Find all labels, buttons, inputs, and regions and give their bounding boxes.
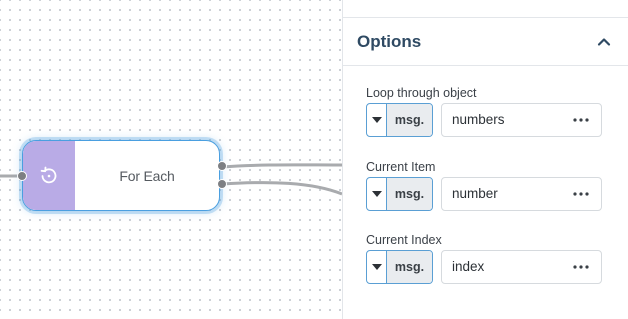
- field-loop-through-object: Loop through object msg. numbers: [366, 85, 606, 137]
- value-input[interactable]: index: [441, 250, 602, 284]
- section-title: Options: [357, 32, 422, 51]
- wire-output-1[interactable]: [221, 163, 342, 169]
- field-row: msg. numbers: [366, 103, 606, 137]
- value-text: numbers: [452, 112, 505, 127]
- caret-down-icon[interactable]: [367, 251, 387, 283]
- flow-canvas[interactable]: For Each: [0, 0, 342, 319]
- more-options-icon[interactable]: [573, 192, 589, 196]
- field-row: msg. index: [366, 250, 606, 284]
- options-section-header[interactable]: Options: [343, 18, 628, 66]
- field-label: Current Index: [366, 233, 442, 247]
- type-selector[interactable]: msg.: [366, 250, 433, 284]
- type-label: msg.: [387, 104, 432, 136]
- type-selector[interactable]: msg.: [366, 177, 433, 211]
- type-label: msg.: [387, 178, 432, 210]
- for-each-node[interactable]: For Each: [22, 140, 220, 211]
- value-input[interactable]: numbers: [441, 103, 602, 137]
- node-input-port[interactable]: [17, 171, 27, 181]
- field-current-index: Current Index msg. index: [366, 232, 606, 284]
- field-label: Loop through object: [366, 86, 477, 100]
- node-output-port-2[interactable]: [217, 179, 227, 189]
- more-options-icon[interactable]: [573, 265, 589, 269]
- field-row: msg. number: [366, 177, 606, 211]
- chevron-up-icon[interactable]: [596, 34, 612, 50]
- more-options-icon[interactable]: [573, 118, 589, 122]
- value-text: index: [452, 259, 485, 274]
- value-input[interactable]: number: [441, 177, 602, 211]
- field-label: Current Item: [366, 160, 436, 174]
- field-current-item: Current Item msg. number: [366, 159, 606, 211]
- node-output-port-1[interactable]: [217, 161, 227, 171]
- loop-icon: [23, 141, 75, 210]
- wire-output-2[interactable]: [221, 181, 342, 196]
- value-text: number: [452, 186, 498, 201]
- node-label: For Each: [119, 167, 175, 184]
- type-label: msg.: [387, 251, 432, 283]
- caret-down-icon[interactable]: [367, 178, 387, 210]
- type-selector[interactable]: msg.: [366, 103, 433, 137]
- properties-panel: Options Loop through object msg. numbers…: [342, 0, 628, 319]
- caret-down-icon[interactable]: [367, 104, 387, 136]
